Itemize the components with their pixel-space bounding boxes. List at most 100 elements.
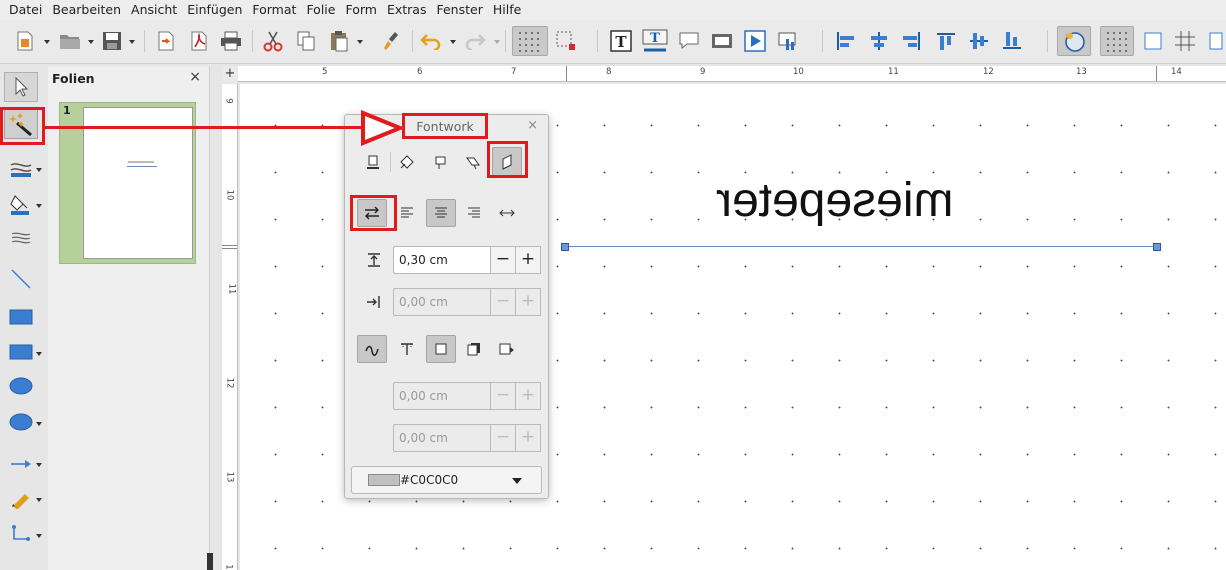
helplines-icon[interactable] [1140,28,1166,54]
paste-dropdown-arrow[interactable] [357,40,363,44]
menu-form[interactable]: Form [340,0,382,20]
slant-horizontal-icon[interactable] [459,149,487,175]
shadow-color-dropdown-arrow[interactable] [512,478,522,484]
selection-handle-left[interactable] [561,243,569,251]
rectangle-tool-icon[interactable] [4,302,38,332]
freeform-line-icon[interactable] [4,483,38,513]
shadow-color-dropdown[interactable]: #C0C0C0 [351,466,542,494]
fontwork-text-object[interactable]: miesepeter [716,174,953,227]
insert-comment-icon[interactable] [676,28,702,54]
selection-handle-right[interactable] [1153,243,1161,251]
save-dropdown-arrow[interactable] [129,40,135,44]
undo-icon[interactable] [418,28,444,54]
cut-icon[interactable] [260,28,286,54]
ellipse-shapes-icon[interactable] [4,407,38,437]
copy-icon[interactable] [293,28,319,54]
autosize-text-icon[interactable] [493,200,521,226]
shadow-y-decrement-button[interactable]: − [490,424,516,452]
grid-display-icon[interactable] [512,26,548,56]
align-center-icon[interactable] [866,28,892,54]
upright-style-icon[interactable] [427,149,455,175]
insert-chart-icon[interactable] [775,28,801,54]
line-color-icon[interactable] [4,154,38,184]
arrow-line-icon[interactable] [4,449,38,479]
snap-lines-icon[interactable] [1172,28,1198,54]
basic-shapes-icon[interactable] [4,337,38,367]
connector-dropdown-arrow[interactable] [36,534,42,538]
distance-increment-button[interactable]: + [515,246,541,274]
insert-table-icon[interactable] [709,28,735,54]
fill-color-icon[interactable] [4,189,38,219]
indent-input[interactable]: 0,00 cm [393,288,491,316]
redo-icon[interactable] [462,28,488,54]
align-left-icon[interactable] [832,28,858,54]
insert-text-box-icon[interactable]: T [608,28,634,54]
slant-shadow-icon[interactable] [493,336,521,362]
ellipse-dropdown-arrow[interactable] [36,422,42,426]
save-icon[interactable] [99,28,125,54]
fill-color-dropdown-arrow[interactable] [36,204,42,208]
paste-icon[interactable] [326,28,352,54]
new-document-icon[interactable] [12,28,38,54]
horizontal-ruler[interactable]: 5 6 7 8 9 10 11 12 13 14 [238,66,1226,82]
menu-format[interactable]: Format [247,0,301,20]
toggle-extrusion-icon[interactable] [1057,26,1091,56]
indent-increment-button[interactable]: + [515,288,541,316]
fontwork-baseline[interactable] [565,246,1157,247]
align-center-text-icon[interactable] [426,199,456,227]
clone-formatting-icon[interactable] [380,28,406,54]
menu-fenster[interactable]: Fenster [431,0,487,20]
indent-decrement-button[interactable]: − [490,288,516,316]
align-vertical-center-icon[interactable] [966,28,992,54]
redo-dropdown-arrow[interactable] [494,40,500,44]
more-tools-icon[interactable] [1204,28,1226,54]
export-pdf-icon[interactable] [186,28,212,54]
ruler-marker[interactable] [222,245,237,246]
line-tool-icon[interactable] [4,264,38,294]
style-off-icon[interactable] [359,149,387,175]
open-folder-icon[interactable] [56,28,84,54]
grid-points-icon[interactable] [1100,26,1134,56]
ellipse-tool-icon[interactable] [4,371,38,401]
vertical-shadow-icon[interactable] [460,336,488,362]
shadow-x-decrement-button[interactable]: − [490,382,516,410]
open-dropdown-arrow[interactable] [88,40,94,44]
align-right-icon[interactable] [899,28,925,54]
export-icon[interactable] [153,28,179,54]
contour-icon[interactable] [357,335,387,363]
menu-hilfe[interactable]: Hilfe [488,0,526,20]
slides-panel-scrollbar[interactable] [207,553,213,570]
select-tool-icon[interactable] [4,72,38,102]
menu-ansicht[interactable]: Ansicht [126,0,182,20]
fontwork-gallery-icon[interactable]: T [641,28,669,54]
ruler-marker[interactable] [222,248,237,249]
distance-input[interactable]: 0,30 cm [393,246,491,274]
line-color-dropdown-arrow[interactable] [36,168,42,172]
slide-thumbnail-1[interactable] [83,107,193,259]
connector-icon[interactable] [4,519,38,549]
rotate-style-icon[interactable] [393,149,421,175]
ruler-indent-marker[interactable] [1156,66,1157,81]
shadow-y-increment-button[interactable]: + [515,424,541,452]
shadow-x-increment-button[interactable]: + [515,382,541,410]
menu-extras[interactable]: Extras [382,0,432,20]
align-top-icon[interactable] [933,28,959,54]
arrow-dropdown-arrow[interactable] [36,463,42,467]
menu-datei[interactable]: Datei [4,0,47,20]
print-icon[interactable] [218,28,244,54]
undo-dropdown-arrow[interactable] [450,40,456,44]
align-bottom-icon[interactable] [999,28,1025,54]
slides-panel-close-button[interactable]: × [189,69,201,85]
no-shadow-icon[interactable] [426,335,456,363]
shadow-y-input[interactable]: 0,00 cm [393,424,491,452]
align-left-text-icon[interactable] [393,200,421,226]
vertical-ruler[interactable]: 9 10 11 12 13 1 [222,84,238,570]
ruler-indent-marker[interactable] [566,66,567,81]
basic-shapes-dropdown-arrow[interactable] [36,352,42,356]
menu-folie[interactable]: Folie [301,0,340,20]
freeform-dropdown-arrow[interactable] [36,498,42,502]
text-contour-icon[interactable] [393,336,421,362]
menu-bearbeiten[interactable]: Bearbeiten [47,0,126,20]
line-style-icon[interactable] [4,223,38,253]
menu-einfuegen[interactable]: Einfügen [182,0,247,20]
